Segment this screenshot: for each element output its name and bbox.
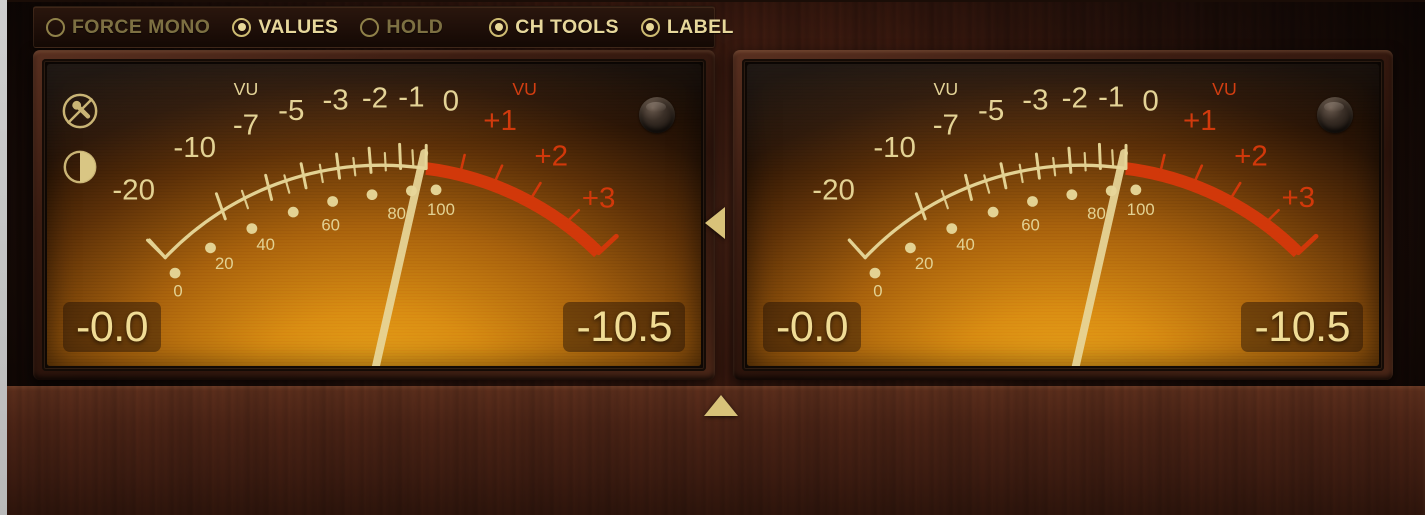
option-hold[interactable]: HOLD (360, 7, 443, 47)
option-label[interactable]: LABEL (640, 7, 734, 47)
meter-right-readout-left: -0.0 (763, 302, 862, 352)
option-force-mono[interactable]: FORCE MONO (46, 7, 210, 47)
meter-left-readout-right: -10.5 (563, 302, 685, 352)
meter-left-face[interactable]: -20 -10 -7 -5 -3 -2 -1 0 +1 +2 +3 (47, 64, 701, 366)
hold-radio-icon[interactable] (360, 17, 380, 37)
label-label: LABEL (666, 15, 734, 38)
label-radio-icon[interactable] (640, 17, 660, 37)
left-triangle-icon[interactable] (705, 207, 725, 239)
vu-meter-plugin-window: FORCE MONO VALUES HOLD CH TOOLS LABEL -0… (0, 0, 1425, 515)
window-top-edge (0, 0, 1425, 2)
values-radio-icon[interactable] (232, 17, 252, 37)
window-left-edge (0, 0, 7, 515)
contrast-icon[interactable] (61, 148, 99, 186)
peak-lamp-icon[interactable] (639, 97, 675, 133)
hold-label: HOLD (386, 15, 444, 38)
option-ch-tools[interactable]: CH TOOLS (489, 7, 619, 47)
meter-left-tool-icons (61, 92, 99, 186)
readout-value: -0.0 (76, 302, 149, 351)
option-values[interactable]: VALUES (232, 7, 338, 47)
force-mono-label: FORCE MONO (72, 15, 211, 38)
ch-tools-label: CH TOOLS (515, 15, 619, 38)
meter-left-readout-left: -0.0 (63, 302, 162, 352)
meter-right-face[interactable]: -20-10 -7-5 -3-2 -10 +1+2+3 VU VU 02040 … (747, 64, 1379, 366)
meter-left-bezel: -20 -10 -7 -5 -3 -2 -1 0 +1 +2 +3 (33, 50, 715, 380)
up-triangle-icon[interactable] (704, 395, 738, 416)
meter-right-readout-right: -10.5 (1241, 302, 1363, 352)
readout-value: -0.0 (776, 302, 849, 351)
readout-value: -10.5 (576, 302, 672, 351)
peak-lamp-icon[interactable] (1317, 97, 1353, 133)
options-toolbar: FORCE MONO VALUES HOLD CH TOOLS LABEL (33, 6, 733, 48)
wrench-circle-icon[interactable] (61, 92, 99, 130)
force-mono-radio-icon[interactable] (46, 17, 65, 37)
readout-value: -10.5 (1254, 302, 1350, 351)
meter-right-bezel: -20-10 -7-5 -3-2 -10 +1+2+3 VU VU 02040 … (733, 50, 1393, 380)
ch-tools-radio-icon[interactable] (489, 17, 509, 37)
values-label: VALUES (258, 15, 339, 38)
